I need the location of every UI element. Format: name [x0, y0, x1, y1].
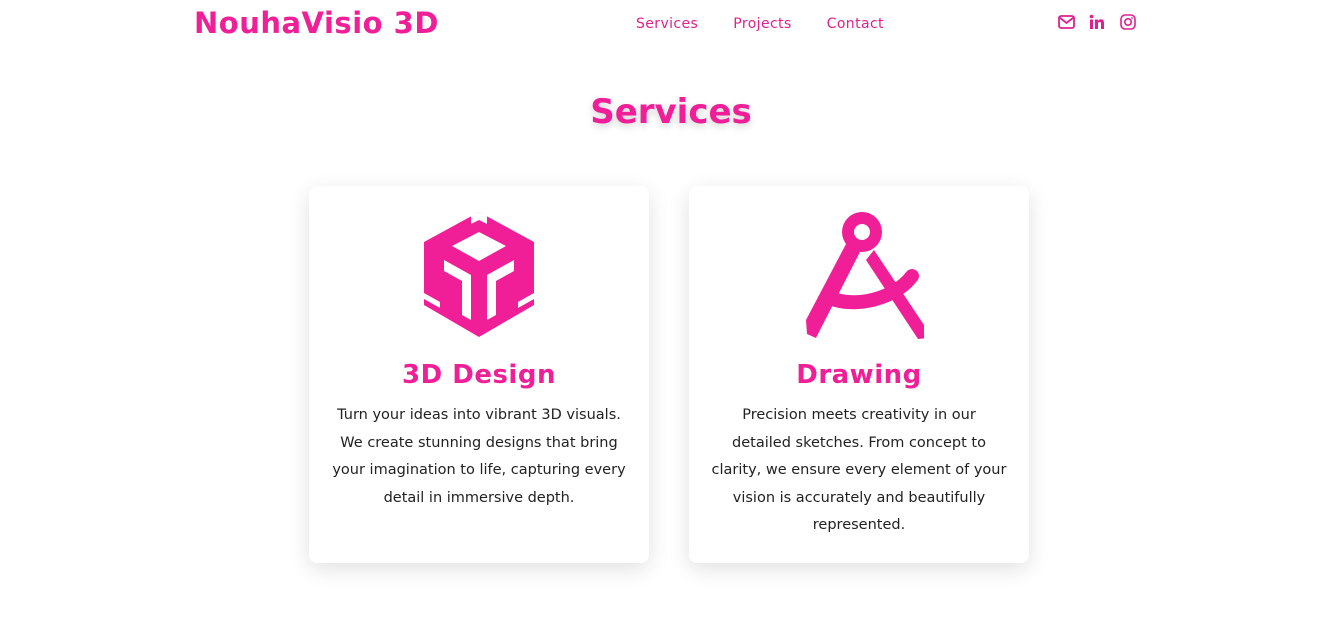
page: NouhaVisio 3D Services Projects Contact [0, 0, 1342, 639]
unity-cube-icon [309, 210, 649, 340]
envelope-icon[interactable] [1057, 13, 1075, 31]
service-card-title: Drawing [796, 360, 922, 390]
main-nav: Services Projects Contact [636, 16, 884, 32]
service-card-drawing: Drawing Precision meets creativity in ou… [689, 186, 1029, 563]
service-card-3d-design: 3D Design Turn your ideas into vibrant 3… [309, 186, 649, 563]
nav-link-services[interactable]: Services [636, 16, 698, 32]
site-header: NouhaVisio 3D Services Projects Contact [0, 0, 1342, 50]
service-card-title: 3D Design [402, 360, 556, 390]
instagram-icon[interactable] [1119, 13, 1137, 31]
social-links [1057, 13, 1137, 31]
nav-link-projects[interactable]: Projects [733, 16, 791, 32]
linkedin-icon[interactable] [1088, 13, 1106, 31]
service-card-description: Turn your ideas into vibrant 3D visuals.… [332, 407, 626, 506]
nav-link-contact[interactable]: Contact [827, 16, 884, 32]
section-title-services: Services [590, 92, 752, 132]
service-card-description: Precision meets creativity in our detail… [711, 407, 1007, 533]
site-logo[interactable]: NouhaVisio 3D [194, 6, 439, 40]
drafting-compass-icon [689, 210, 1029, 340]
